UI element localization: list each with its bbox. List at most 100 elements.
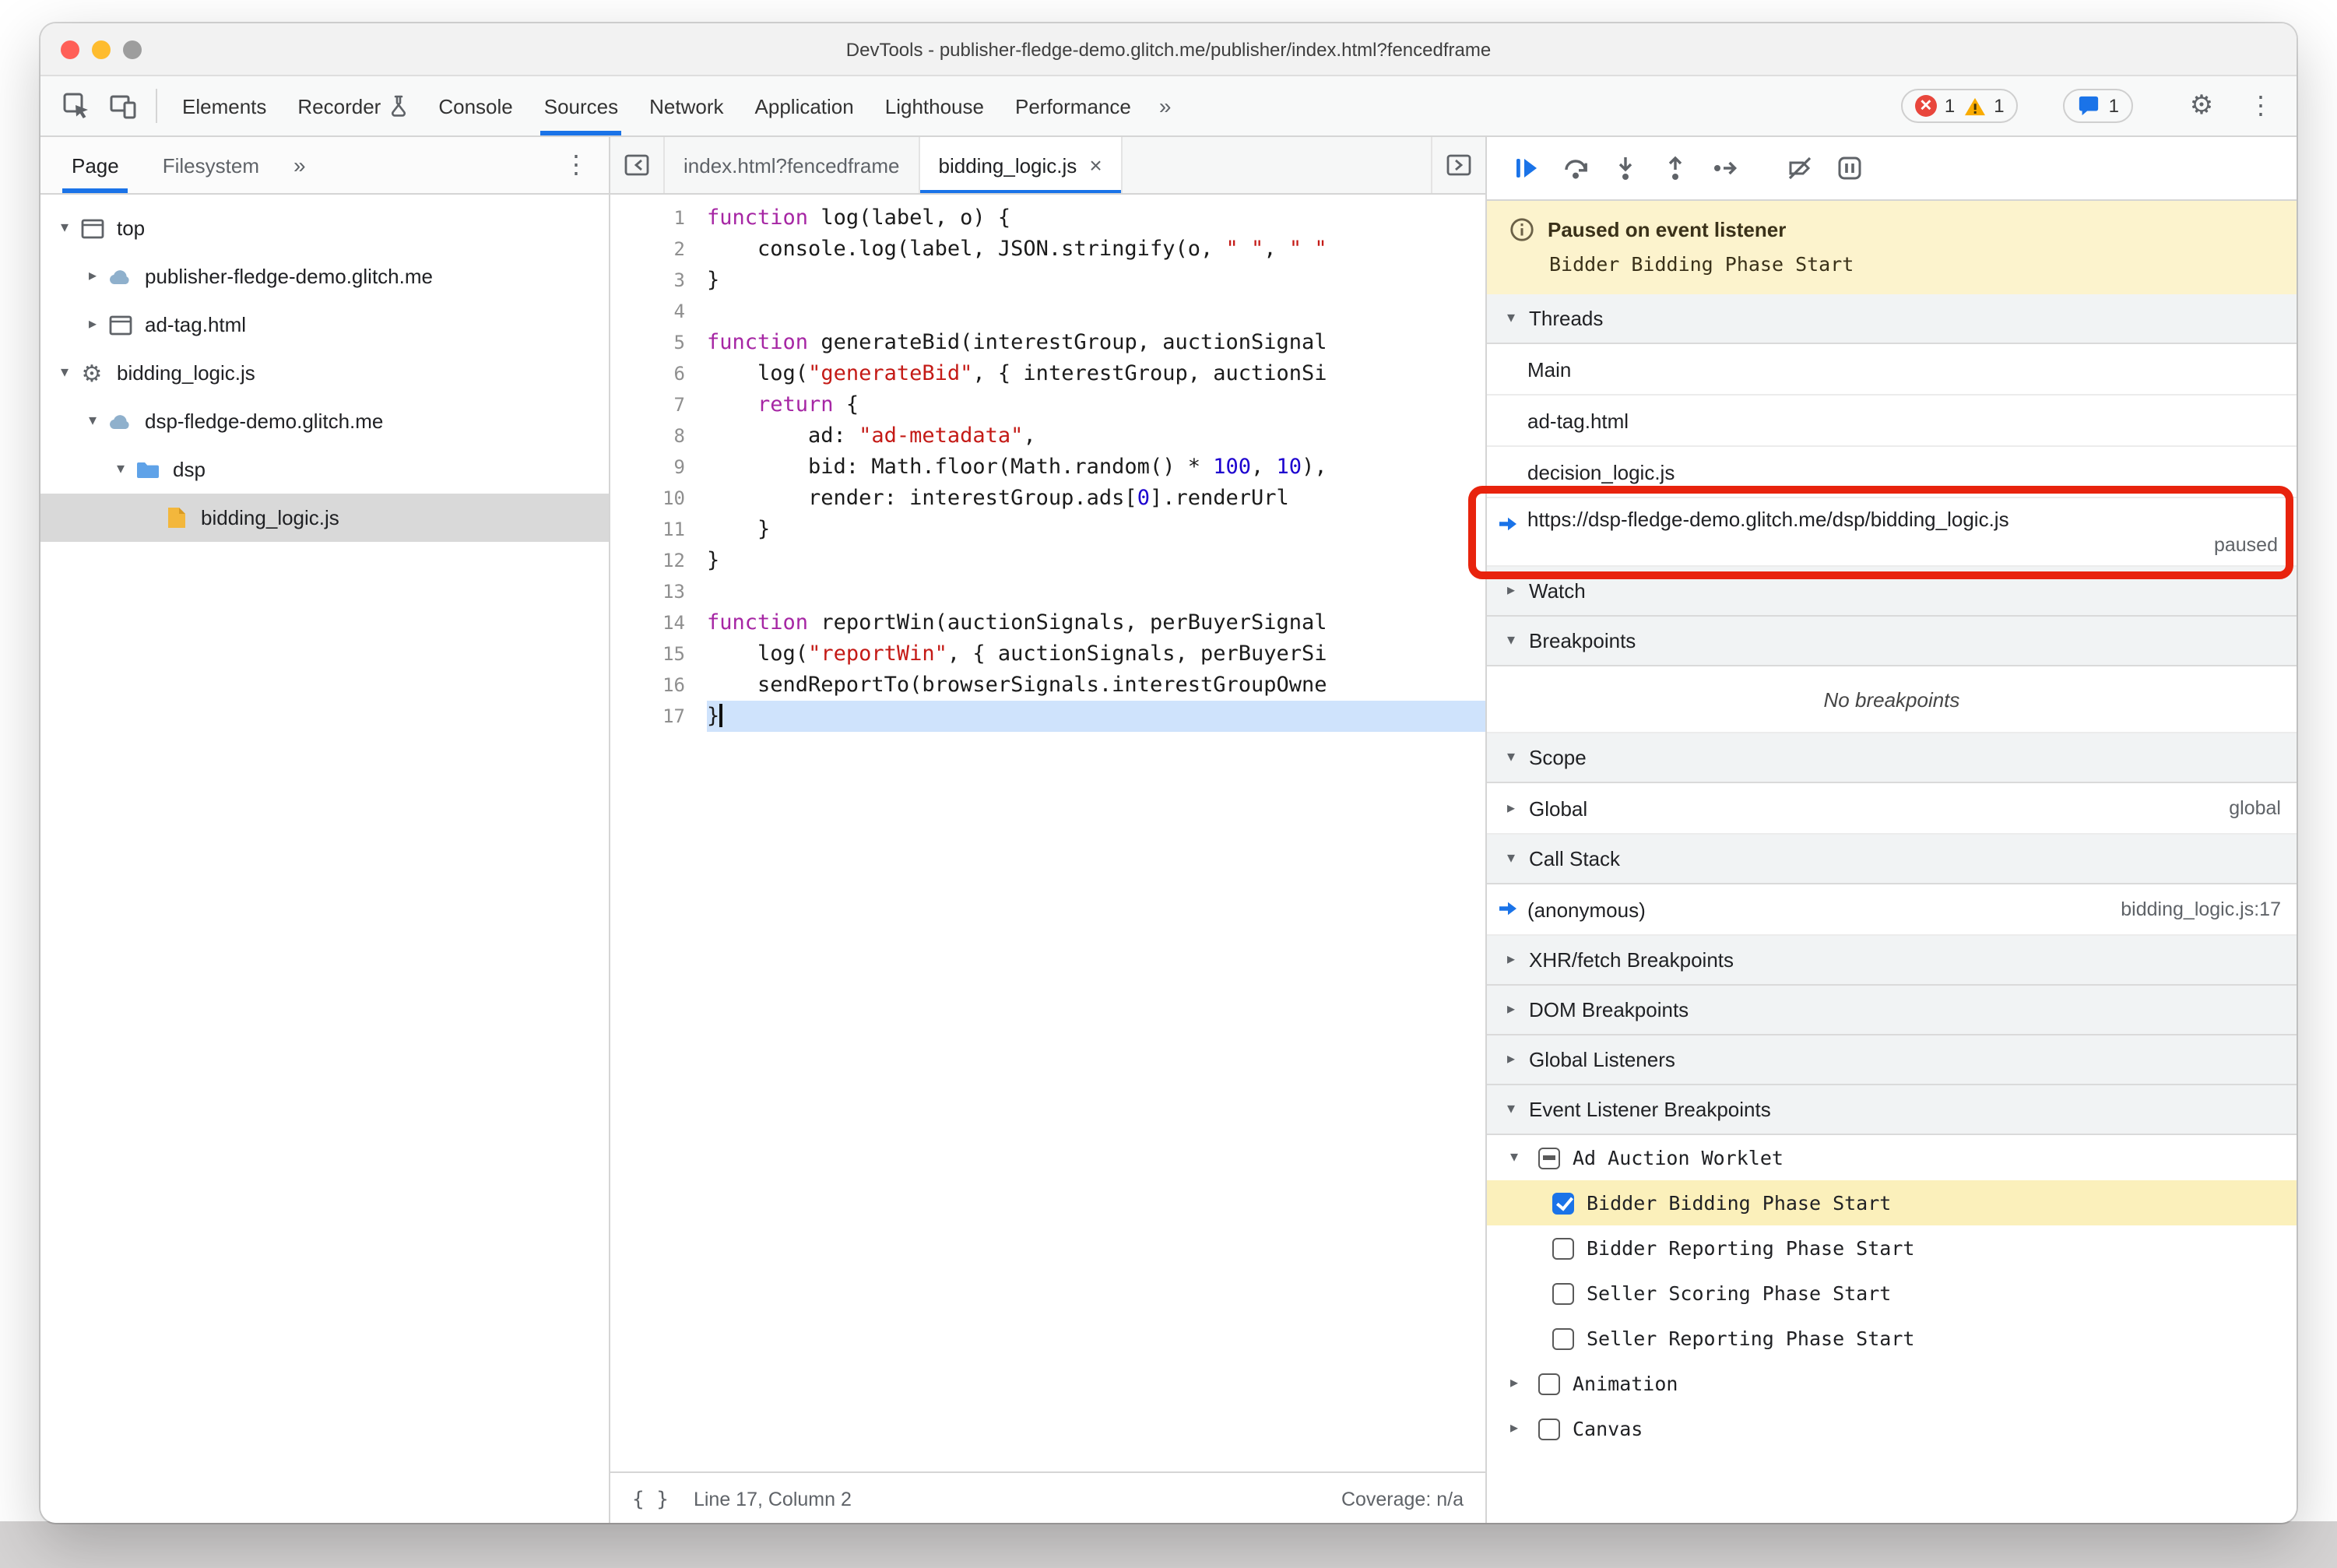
elb-category-ad-auction-worklet[interactable]: Ad Auction Worklet [1487,1135,2297,1180]
pretty-print-button[interactable]: { } [632,1488,669,1511]
elb-event-bidder-reporting-phase-start[interactable]: Bidder Reporting Phase Start [1487,1225,2297,1271]
section-header-threads[interactable]: Threads [1487,294,2297,344]
checkbox-checked[interactable] [1552,1192,1574,1214]
line-number[interactable]: 5 [610,327,707,358]
section-header-breakpoints[interactable]: Breakpoints [1487,617,2297,666]
section-header-xhr-breakpoints[interactable]: XHR/fetch Breakpoints [1487,936,2297,986]
navigator-menu-button[interactable] [553,137,599,193]
line-number[interactable]: 4 [610,296,707,327]
line-number[interactable]: 12 [610,545,707,576]
elb-category-animation[interactable]: Animation [1487,1361,2297,1406]
thread-item-decision-logic[interactable]: decision_logic.js [1487,447,2297,498]
code-line[interactable]: 7 return { [610,389,1485,420]
toggle-debugger-button[interactable] [1431,137,1485,193]
code-line[interactable]: 15 log("reportWin", { auctionSignals, pe… [610,638,1485,670]
code-line[interactable]: 8 ad: "ad-metadata", [610,420,1485,452]
line-number[interactable]: 2 [610,234,707,265]
code-line[interactable]: 17} [610,701,1485,732]
line-number[interactable]: 8 [610,420,707,452]
line-number[interactable]: 1 [610,202,707,234]
tree-item-ad-tag[interactable]: ad-tag.html [40,301,609,349]
thread-item-ad-tag[interactable]: ad-tag.html [1487,396,2297,447]
chevron-right-icon[interactable] [1499,800,1523,817]
section-header-call-stack[interactable]: Call Stack [1487,835,2297,884]
chevron-right-icon[interactable] [81,316,104,333]
checkbox-unchecked[interactable] [1552,1237,1574,1259]
checkbox-unchecked[interactable] [1552,1282,1574,1304]
code-line[interactable]: 16 sendReportTo(browserSignals.interestG… [610,670,1485,701]
line-number[interactable]: 3 [610,265,707,296]
tab-lighthouse[interactable]: Lighthouse [870,76,1000,135]
chevron-down-icon[interactable] [53,364,76,381]
checkbox-unchecked[interactable] [1552,1327,1574,1349]
line-number[interactable]: 7 [610,389,707,420]
code-line[interactable]: 13 [610,576,1485,607]
line-number[interactable]: 13 [610,576,707,607]
code-line[interactable]: 2 console.log(label, JSON.stringify(o, "… [610,234,1485,265]
editor-tab-bidding-logic[interactable]: bidding_logic.js × [919,137,1123,193]
thread-item-bidding-logic-active[interactable]: https://dsp-fledge-demo.glitch.me/dsp/bi… [1468,486,2297,579]
tab-application[interactable]: Application [740,76,870,135]
scope-global-row[interactable]: Global global [1487,783,2297,835]
code-line[interactable]: 1 function log(label, o) { [610,202,1485,234]
chevron-down-icon[interactable] [81,413,104,430]
code-line[interactable]: 3} [610,265,1485,296]
chevron-right-icon[interactable] [1502,1375,1526,1392]
toggle-navigator-button[interactable] [610,137,665,193]
line-number[interactable]: 9 [610,452,707,483]
checkbox-unchecked[interactable] [1538,1373,1560,1394]
elb-event-bidder-bidding-phase-start[interactable]: Bidder Bidding Phase Start [1487,1180,2297,1225]
code-line[interactable]: 12} [610,545,1485,576]
resume-button[interactable] [1502,146,1548,191]
settings-gear-button[interactable] [2178,90,2225,121]
code-line[interactable]: 10 render: interestGroup.ads[0].renderUr… [610,483,1485,514]
line-number[interactable]: 11 [610,514,707,545]
tab-console[interactable]: Console [423,76,528,135]
console-summary-badge[interactable]: 1 1 [1900,89,2019,123]
elb-event-seller-scoring-phase-start[interactable]: Seller Scoring Phase Start [1487,1271,2297,1316]
chevron-down-icon[interactable] [109,461,132,478]
frame-location[interactable]: bidding_logic.js:17 [2121,898,2281,920]
tree-item-bidding-logic-file[interactable]: bidding_logic.js [40,494,609,542]
section-header-event-listener-breakpoints[interactable]: Event Listener Breakpoints [1487,1085,2297,1135]
code-line[interactable]: 9 bid: Math.floor(Math.random() * 100, 1… [610,452,1485,483]
device-toolbar-button[interactable] [100,76,146,135]
step-into-button[interactable] [1602,146,1647,191]
chevron-right-icon[interactable] [81,268,104,285]
step-out-button[interactable] [1652,146,1697,191]
code-line[interactable]: 4 [610,296,1485,327]
section-header-global-listeners[interactable]: Global Listeners [1487,1035,2297,1085]
zoom-button[interactable] [123,40,142,58]
line-number[interactable]: 17 [610,701,707,732]
step-over-button[interactable] [1552,146,1597,191]
tab-network[interactable]: Network [634,76,739,135]
inspect-element-button[interactable] [53,76,100,135]
section-header-dom-breakpoints[interactable]: DOM Breakpoints [1487,986,2297,1035]
checkbox-unchecked[interactable] [1538,1418,1560,1440]
tab-recorder[interactable]: Recorder [282,76,423,135]
chevron-right-icon[interactable] [1502,1420,1526,1437]
line-number[interactable]: 6 [610,358,707,389]
tab-filesystem[interactable]: Filesystem [141,137,281,193]
tab-sources[interactable]: Sources [529,76,634,135]
tree-item-publisher-origin[interactable]: publisher-fledge-demo.glitch.me [40,252,609,301]
chevron-down-icon[interactable] [53,220,76,237]
tree-item-worklet[interactable]: bidding_logic.js [40,349,609,397]
tab-page[interactable]: Page [50,137,141,193]
call-stack-frame[interactable]: (anonymous) bidding_logic.js:17 [1487,884,2297,936]
minimize-button[interactable] [92,40,111,58]
tab-elements[interactable]: Elements [167,76,282,135]
pause-on-exceptions-button[interactable] [1826,146,1871,191]
more-panels-button[interactable]: » [1147,76,1184,135]
issues-badge[interactable]: 1 [2063,89,2133,123]
thread-item-main[interactable]: Main [1487,344,2297,396]
tab-performance[interactable]: Performance [1000,76,1147,135]
line-number[interactable]: 10 [610,483,707,514]
editor-tab-index-html[interactable]: index.html?fencedframe [665,137,920,193]
code-line[interactable]: 11 } [610,514,1485,545]
line-number[interactable]: 14 [610,607,707,638]
code-line[interactable]: 14 function reportWin(auctionSignals, per… [610,607,1485,638]
tree-item-dsp-origin[interactable]: dsp-fledge-demo.glitch.me [40,397,609,445]
main-menu-button[interactable] [2237,90,2284,121]
code-line[interactable]: 6 log("generateBid", { interestGroup, au… [610,358,1485,389]
